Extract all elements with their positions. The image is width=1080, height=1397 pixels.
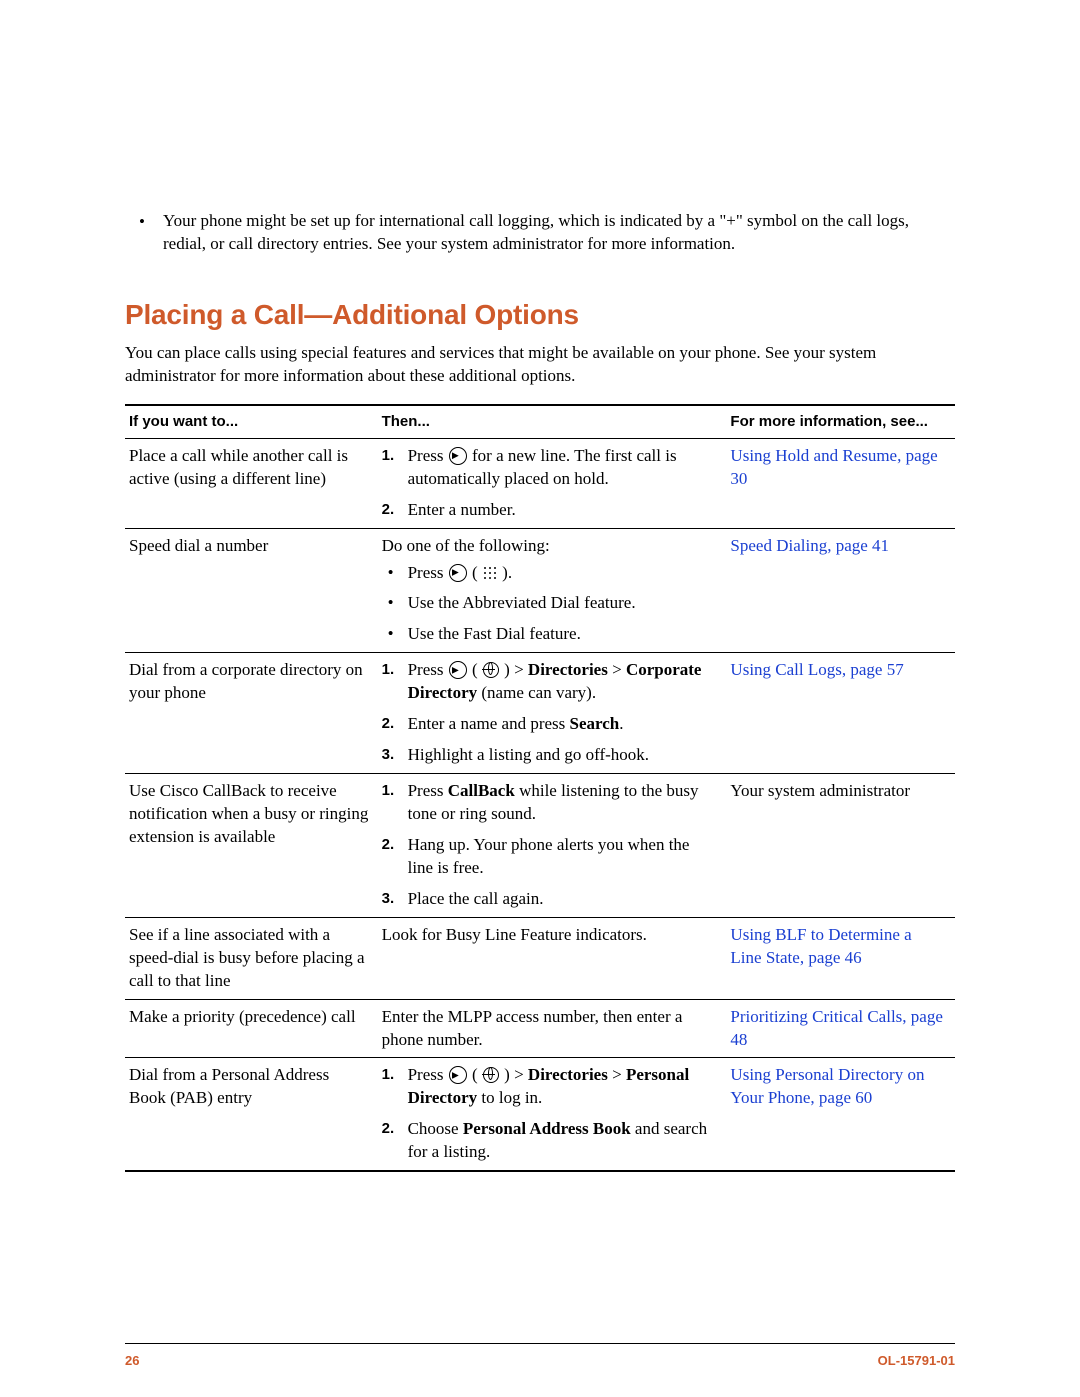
page-number: 26: [125, 1352, 139, 1370]
nav-button-icon: [449, 447, 467, 465]
step: Press ( ) > Directories > Corporate Dire…: [382, 659, 719, 713]
table-row: Dial from a Personal Address Book (PAB) …: [125, 1058, 955, 1171]
nav-button-icon: [449, 661, 467, 679]
want-cell: Speed dial a number: [125, 528, 378, 653]
then-cell: Do one of the following: Press ( ). Use …: [378, 528, 727, 653]
step: Highlight a listing and go off-hook.: [382, 744, 719, 767]
bullet-item: Use the Fast Dial feature.: [382, 623, 719, 646]
info-cell: Your system administrator: [726, 774, 955, 918]
intro-bullet-text: Your phone might be set up for internati…: [163, 210, 955, 256]
table-row: Make a priority (precedence) call Enter …: [125, 999, 955, 1058]
xref-link[interactable]: Using Call Logs, page 57: [730, 660, 903, 679]
want-cell: Dial from a Personal Address Book (PAB) …: [125, 1058, 378, 1171]
xref-link[interactable]: Using BLF to Determine a Line State, pag…: [730, 925, 911, 967]
xref-link[interactable]: Using Personal Directory on Your Phone, …: [730, 1065, 924, 1107]
table-row: Dial from a corporate directory on your …: [125, 653, 955, 774]
step: Enter a name and press Search.: [382, 713, 719, 744]
want-cell: See if a line associated with a speed-di…: [125, 917, 378, 999]
th-then: Then...: [378, 405, 727, 439]
xref-link[interactable]: Speed Dialing, page 41: [730, 536, 889, 555]
step: Hang up. Your phone alerts you when the …: [382, 834, 719, 888]
then-cell: Look for Busy Line Feature indicators.: [378, 917, 727, 999]
then-cell: Press ( ) > Directories > Corporate Dire…: [378, 653, 727, 774]
want-cell: Make a priority (precedence) call: [125, 999, 378, 1058]
info-cell: Using Personal Directory on Your Phone, …: [726, 1058, 955, 1171]
intro-bullet: • Your phone might be set up for interna…: [139, 210, 955, 256]
table-row: Use Cisco CallBack to receive notificati…: [125, 774, 955, 918]
section-heading: Placing a Call—Additional Options: [125, 296, 955, 334]
th-want: If you want to...: [125, 405, 378, 439]
xref-link[interactable]: Using Hold and Resume, page 30: [730, 446, 937, 488]
then-cell: Press ( ) > Directories > Personal Direc…: [378, 1058, 727, 1171]
table-row: Place a call while another call is activ…: [125, 438, 955, 528]
want-cell: Dial from a corporate directory on your …: [125, 653, 378, 774]
step: Enter a number.: [382, 499, 719, 522]
info-cell: Using Hold and Resume, page 30: [726, 438, 955, 528]
table-row: See if a line associated with a speed-di…: [125, 917, 955, 999]
step: Press CallBack while listening to the bu…: [382, 780, 719, 834]
then-cell: Press for a new line. The first call is …: [378, 438, 727, 528]
want-cell: Place a call while another call is activ…: [125, 438, 378, 528]
info-cell: Using Call Logs, page 57: [726, 653, 955, 774]
keypad-grid-icon: [483, 566, 497, 580]
step: Press ( ) > Directories > Personal Direc…: [382, 1064, 719, 1118]
xref-link[interactable]: Prioritizing Critical Calls, page 48: [730, 1007, 942, 1049]
document-id: OL-15791-01: [878, 1352, 955, 1370]
then-cell: Press CallBack while listening to the bu…: [378, 774, 727, 918]
table-row: Speed dial a number Do one of the follow…: [125, 528, 955, 653]
nav-button-icon: [449, 564, 467, 582]
bullet-dot-icon: •: [139, 210, 163, 256]
nav-button-icon: [449, 1066, 467, 1084]
then-cell: Enter the MLPP access number, then enter…: [378, 999, 727, 1058]
info-cell: Prioritizing Critical Calls, page 48: [726, 999, 955, 1058]
bullet-item: Use the Abbreviated Dial feature.: [382, 592, 719, 623]
th-info: For more information, see...: [726, 405, 955, 439]
section-intro: You can place calls using special featur…: [125, 342, 955, 388]
step: Choose Personal Address Book and search …: [382, 1118, 719, 1164]
lead-text: Do one of the following:: [382, 535, 719, 558]
info-cell: Using BLF to Determine a Line State, pag…: [726, 917, 955, 999]
bullet-item: Press ( ).: [382, 562, 719, 593]
globe-icon: [483, 662, 499, 678]
globe-icon: [483, 1067, 499, 1083]
step: Place the call again.: [382, 888, 719, 911]
want-cell: Use Cisco CallBack to receive notificati…: [125, 774, 378, 918]
info-cell: Speed Dialing, page 41: [726, 528, 955, 653]
page-footer: 26 OL-15791-01: [125, 1343, 955, 1370]
step: Press for a new line. The first call is …: [382, 445, 719, 499]
options-table: If you want to... Then... For more infor…: [125, 404, 955, 1173]
